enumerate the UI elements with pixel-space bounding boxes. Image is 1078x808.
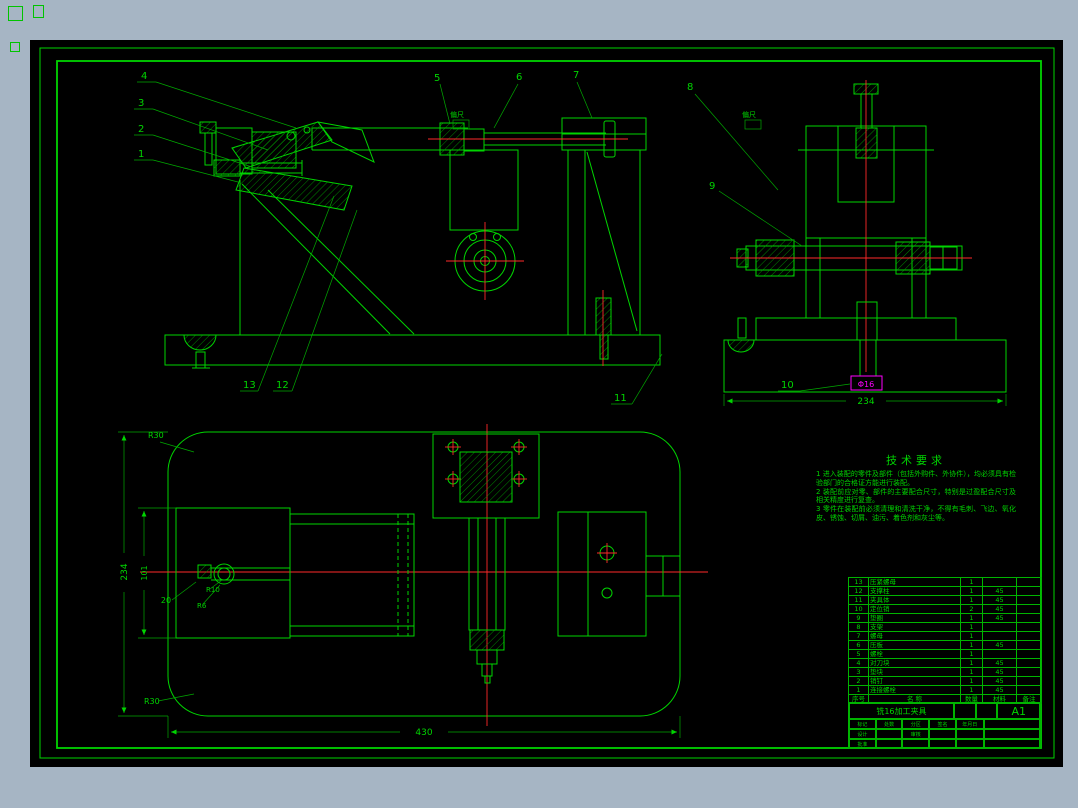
dim-bore: Φ16 — [858, 380, 874, 389]
table-row: 2 销钉 1 45 — [848, 676, 1042, 686]
title-block-label: 年月日 — [955, 719, 984, 729]
surface-mark-front: 偏尺 — [450, 110, 464, 119]
title-block-label: 设计 — [849, 729, 876, 739]
table-row: 4 对刀块 1 45 — [848, 658, 1042, 668]
table-row: 10 定位销 2 45 — [848, 604, 1042, 614]
surface-mark-side: 偏尺 — [742, 110, 756, 119]
balloon-3: 3 — [138, 98, 144, 109]
title-block: 铣16加工夹具 A1 标记 处数 分区 签名 年月日 设计 审核 批准 — [848, 702, 1041, 749]
title-block-label: 审核 — [902, 729, 930, 739]
artifact-glyph — [10, 42, 20, 52]
drawing-title: 铣16加工夹具 — [849, 703, 954, 719]
artifact-glyph — [8, 6, 23, 21]
table-row: 13 压紧螺母 1 — [848, 577, 1042, 587]
balloon-9: 9 — [709, 181, 715, 192]
dim-r30-bottom: R30 — [144, 697, 160, 706]
table-row: 5 螺栓 1 — [848, 649, 1042, 659]
technical-requirements: 技术要求 1 进入装配的零件及部件（包括外购件、外协件），均必须具有检验部门的合… — [816, 452, 1016, 523]
balloon-4: 4 — [141, 71, 147, 82]
cad-preview-page: 偏尺 Φ16 234 偏尺 430 234 101 20 R10 R6 R30 … — [0, 0, 1078, 808]
dim-plan-depth: 234 — [120, 563, 130, 580]
technical-requirements-line: 1 进入装配的零件及部件（包括外购件、外协件），均必须具有检验部门的合格证方能进… — [816, 470, 1016, 487]
table-row: 9 垫圈 1 45 — [848, 613, 1042, 623]
balloon-2: 2 — [138, 124, 144, 135]
dim-side-width: 234 — [857, 397, 874, 407]
balloon-7: 7 — [573, 70, 579, 81]
table-row: 7 螺母 1 — [848, 631, 1042, 641]
table-row: 11 夹具体 1 45 — [848, 595, 1042, 605]
dim-plan-offset: 20 — [161, 596, 171, 605]
title-block-label: 处数 — [875, 719, 903, 729]
balloon-10: 10 — [781, 380, 794, 391]
artifact-glyph — [33, 5, 44, 18]
title-block-label: 标记 — [849, 719, 876, 729]
technical-requirements-line: 3 零件在装配前必须清理和清洗干净，不得有毛刺、飞边、氧化皮、锈蚀、切屑、油污、… — [816, 505, 1016, 522]
dim-plan-width: 430 — [415, 728, 432, 738]
title-block-label: 签名 — [929, 719, 956, 729]
balloon-8: 8 — [687, 82, 693, 93]
table-row: 6 压板 1 45 — [848, 640, 1042, 650]
table-row: 12 支撑柱 1 45 — [848, 586, 1042, 596]
balloon-1: 1 — [138, 149, 144, 160]
dim-plan-inner: 101 — [140, 565, 149, 580]
technical-requirements-line: 2 装配前应对零、部件的主要配合尺寸，特别是过盈配合尺寸及相关精度进行复查。 — [816, 487, 1016, 505]
technical-requirements-title: 技术要求 — [886, 454, 946, 467]
table-row: 8 支架 1 — [848, 622, 1042, 632]
dim-r6: R6 — [197, 602, 207, 610]
table-row: 1 连接螺栓 1 45 — [848, 685, 1042, 695]
balloon-13: 13 — [243, 380, 256, 391]
balloon-11: 11 — [614, 393, 627, 404]
balloon-5: 5 — [434, 73, 440, 84]
title-block-label: 分区 — [902, 719, 930, 729]
sheet-size: A1 — [997, 703, 1040, 719]
title-block-label: 批准 — [849, 739, 876, 749]
parts-list: 13 压紧螺母 1 12 支撑柱 1 45 11 夹具体 1 45 10 定位销 2 45 9 垫圈 1 4… — [848, 577, 1042, 704]
balloon-6: 6 — [516, 72, 522, 83]
balloon-12: 12 — [276, 380, 289, 391]
table-row: 3 垫块 1 45 — [848, 667, 1042, 677]
dim-r30-top: R30 — [148, 431, 164, 440]
